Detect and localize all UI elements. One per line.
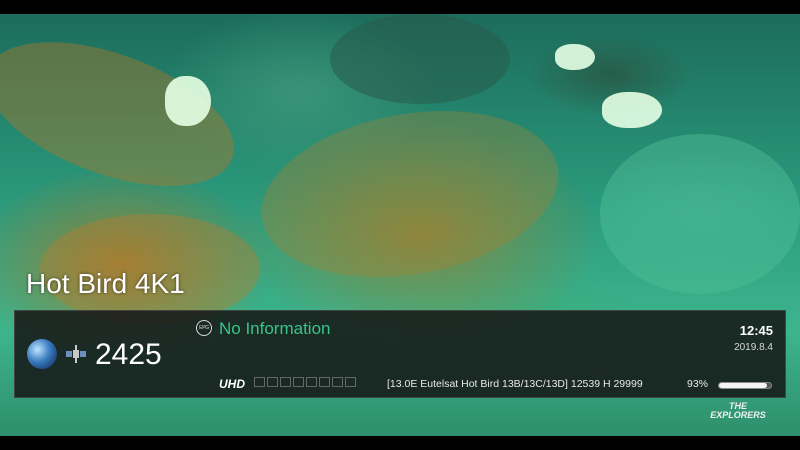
record-flag-icon [332, 377, 343, 387]
uhd-badge: UHD [219, 377, 245, 391]
coral-decor [248, 89, 572, 299]
watermark-line-2: EXPLORERS [710, 410, 766, 420]
channel-number: 2425 [95, 338, 162, 371]
fish-decor [602, 92, 662, 128]
channel-logo-watermark: THE EXPLORERS [706, 402, 770, 420]
audio-flag-icon [267, 377, 278, 387]
satellite-transponder-info: [13.0E Eutelsat Hot Bird 13B/13C/13D] 12… [387, 378, 643, 390]
signal-quality-bar [718, 382, 772, 389]
rock-decor [330, 14, 510, 104]
globe-icon [27, 339, 57, 369]
teletext-flag-icon [280, 377, 291, 387]
fish-decor [555, 44, 595, 70]
coral-decor [600, 134, 800, 294]
satellite-icon [66, 345, 86, 363]
clock-time: 12:45 [739, 323, 773, 338]
signal-quality-fill [719, 383, 768, 388]
hd-flag-icon [293, 377, 304, 387]
channel-name: Hot Bird 4K1 [26, 268, 185, 299]
clock-date: 2019.8.4 [734, 342, 773, 353]
dollar-flag-icon [319, 377, 330, 387]
lock-flag-icon [306, 377, 317, 387]
channel-info-bar: 2425 EPG No Information 12:45 2019.8.4 U… [14, 310, 786, 398]
signal-quality-label: 93% [687, 378, 709, 390]
epg-program-title: No Information [219, 319, 331, 338]
epg-icon: EPG [196, 320, 212, 336]
fish-decor [165, 76, 211, 126]
stream-flags [254, 377, 358, 389]
subtitle-flag-icon [254, 377, 265, 387]
scramble-flag-icon [345, 377, 356, 387]
coral-decor [0, 14, 253, 215]
